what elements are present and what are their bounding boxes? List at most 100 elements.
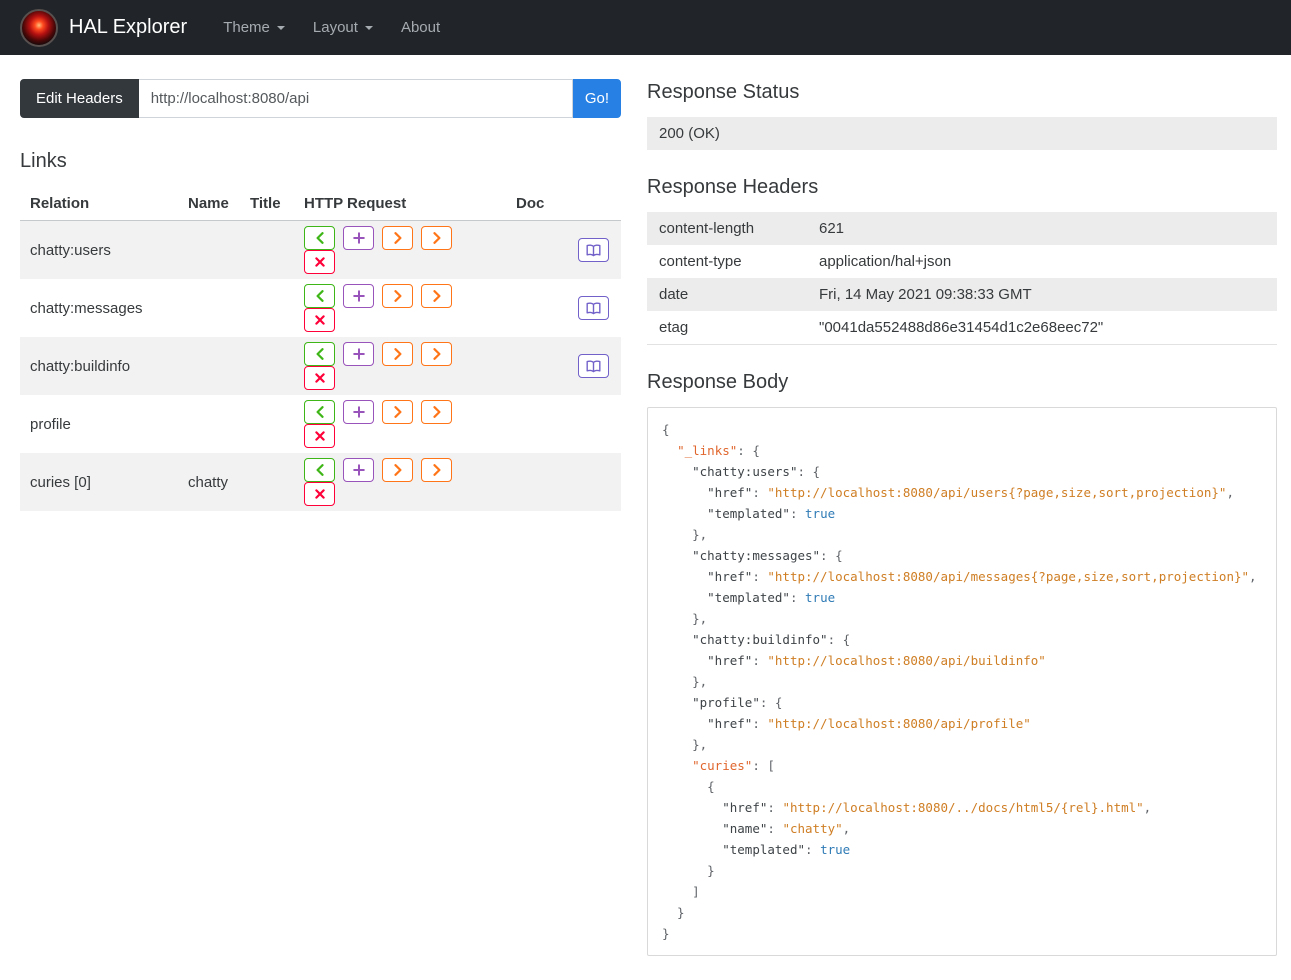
doc-cell — [506, 453, 621, 511]
header-name: content-type — [659, 253, 742, 270]
json-line: "href": "http://localhost:8080/api/users… — [707, 485, 1234, 500]
http-request-buttons — [294, 395, 506, 453]
link-row-chatty-messages: chatty:messages — [20, 279, 621, 337]
json-line: { — [662, 422, 670, 437]
get-request-button[interactable] — [304, 458, 335, 482]
response-panel: Response Status 200 (OK) Response Header… — [647, 79, 1277, 956]
doc-button[interactable] — [578, 238, 609, 262]
json-line: }, — [662, 527, 708, 542]
get-request-button[interactable] — [304, 226, 335, 250]
json-line: }, — [662, 737, 708, 752]
navbar-menu: Theme Layout About — [209, 0, 454, 55]
patch-request-button[interactable] — [421, 284, 452, 308]
json-line: "_links": { — [677, 443, 760, 458]
link-relation: chatty:messages — [30, 299, 143, 317]
link-name — [178, 337, 240, 395]
main-content: Edit Headers Go! Links RelationNameTitle… — [0, 55, 1291, 980]
nav-item-layout[interactable]: Layout — [299, 19, 387, 36]
get-request-button[interactable] — [304, 284, 335, 308]
link-row-profile: profile — [20, 395, 621, 453]
link-row-chatty-buildinfo: chatty:buildinfo — [20, 337, 621, 395]
patch-request-button[interactable] — [421, 458, 452, 482]
hal-eye-logo-icon — [20, 8, 58, 47]
json-line: "href": "http://localhost:8080/api/profi… — [707, 716, 1031, 731]
response-header-row-date: date Fri, 14 May 2021 09:38:33 GMT — [647, 278, 1277, 311]
chevron-down-icon — [276, 25, 285, 30]
response-header-row-content-length: content-length 621 — [647, 212, 1277, 245]
put-request-button[interactable] — [382, 400, 413, 424]
doc-button[interactable] — [578, 354, 609, 378]
header-name: etag — [659, 319, 689, 336]
put-request-button[interactable] — [382, 458, 413, 482]
json-line: "chatty:users": { — [692, 464, 821, 479]
post-request-button[interactable] — [343, 226, 374, 250]
json-line: "href": "http://localhost:8080/../docs/h… — [722, 800, 1152, 815]
json-line: "templated": true — [707, 590, 836, 605]
link-title — [240, 395, 294, 453]
delete-request-button[interactable] — [304, 250, 335, 274]
json-line: }, — [662, 674, 708, 689]
post-request-button[interactable] — [343, 400, 374, 424]
http-request-buttons — [294, 279, 506, 337]
doc-button[interactable] — [578, 296, 609, 320]
response-header-row-content-type: content-type application/hal+json — [647, 245, 1277, 278]
post-request-button[interactable] — [343, 342, 374, 366]
delete-request-button[interactable] — [304, 308, 335, 332]
post-request-button[interactable] — [343, 458, 374, 482]
links-table: Relation Name Title HTTP Request Doc chatty:… — [20, 186, 621, 511]
column-header-relation: Relation — [20, 186, 178, 221]
delete-request-button[interactable] — [304, 424, 335, 448]
links-heading: Links — [20, 150, 67, 172]
put-request-button[interactable] — [382, 342, 413, 366]
app-title[interactable]: HAL Explorer — [69, 16, 187, 39]
request-panel: Edit Headers Go! Links RelationNameTitle… — [20, 79, 621, 511]
put-request-button[interactable] — [382, 284, 413, 308]
link-relation: chatty:buildinfo — [30, 357, 131, 375]
response-headers-table: content-length 621 content-type application… — [647, 212, 1277, 345]
response-body-heading: Response Body — [647, 371, 789, 393]
json-line: "chatty:buildinfo": { — [692, 632, 851, 647]
chevron-down-icon — [364, 25, 373, 30]
header-name: date — [659, 286, 689, 303]
header-value: "0041da552488d86e31454d1c2e68eec72" — [819, 319, 1104, 336]
delete-request-button[interactable] — [304, 482, 335, 506]
json-line: "href": "http://localhost:8080/api/messa… — [707, 569, 1257, 584]
column-header-http-request: HTTP Request — [294, 186, 506, 221]
http-request-buttons — [294, 221, 506, 280]
link-name — [178, 279, 240, 337]
get-request-button[interactable] — [304, 400, 335, 424]
edit-headers-button[interactable]: Edit Headers — [20, 79, 139, 118]
nav-item-theme[interactable]: Theme — [209, 19, 299, 36]
header-value: 621 — [819, 220, 845, 237]
delete-request-button[interactable] — [304, 366, 335, 390]
request-bar: Edit Headers Go! — [20, 79, 621, 118]
link-relation: curies [0] — [30, 473, 91, 491]
header-value: Fri, 14 May 2021 09:38:33 GMT — [819, 286, 1032, 303]
response-status-heading: Response Status — [647, 81, 800, 103]
json-line: } — [662, 926, 670, 941]
json-line: { — [662, 779, 715, 794]
http-request-buttons — [294, 453, 506, 511]
link-row-curies-0: curies [0] chatty — [20, 453, 621, 511]
response-status-value: 200 (OK) — [647, 117, 1277, 150]
post-request-button[interactable] — [343, 284, 374, 308]
go-button[interactable]: Go! — [572, 79, 621, 118]
get-request-button[interactable] — [304, 342, 335, 366]
json-line: } — [662, 905, 685, 920]
patch-request-button[interactable] — [421, 400, 452, 424]
put-request-button[interactable] — [382, 226, 413, 250]
patch-request-button[interactable] — [421, 226, 452, 250]
header-name: content-length — [659, 220, 755, 237]
nav-item-about[interactable]: About — [387, 19, 454, 36]
url-input[interactable] — [138, 79, 573, 118]
patch-request-button[interactable] — [421, 342, 452, 366]
json-line: "templated": true — [722, 842, 851, 857]
json-line: "templated": true — [707, 506, 836, 521]
link-name — [178, 395, 240, 453]
json-line: "curies": [ — [692, 758, 775, 773]
json-line: "name": "chatty", — [722, 821, 851, 836]
doc-cell — [506, 337, 621, 395]
link-title — [240, 279, 294, 337]
link-row-chatty-users: chatty:users — [20, 220, 621, 280]
link-title — [240, 337, 294, 395]
